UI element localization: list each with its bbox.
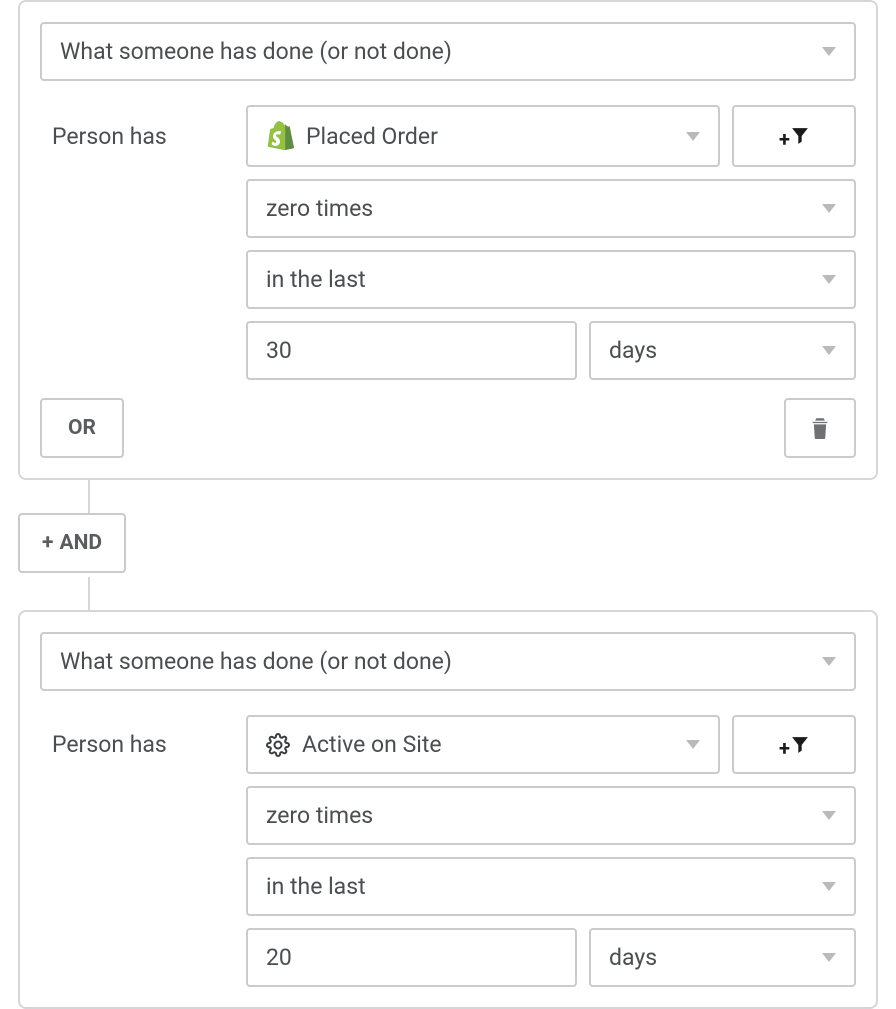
metric-label: Active on Site (302, 731, 442, 758)
condition-type-select[interactable]: What someone has done (or not done) (40, 632, 856, 691)
unit-label: days (609, 944, 657, 971)
plus-icon: + (779, 127, 790, 151)
condition-type-select[interactable]: What someone has done (or not done) (40, 22, 856, 81)
gear-icon (266, 733, 290, 757)
chevron-down-icon (822, 811, 836, 820)
frequency-select[interactable]: zero times (246, 786, 856, 845)
frequency-label: zero times (266, 802, 373, 829)
condition-type-label: What someone has done (or not done) (60, 648, 452, 675)
add-filter-button[interactable]: + (732, 105, 856, 167)
chevron-down-icon (686, 132, 700, 141)
trash-icon (810, 417, 830, 439)
metric-select[interactable]: Active on Site (246, 715, 720, 774)
funnel-icon (791, 736, 809, 754)
chevron-down-icon (822, 204, 836, 213)
unit-select[interactable]: days (589, 321, 856, 380)
subject-label: Person has (40, 105, 234, 167)
condition-type-label: What someone has done (or not done) (60, 38, 452, 65)
plus-icon: + (779, 736, 790, 760)
unit-select[interactable]: days (589, 928, 856, 987)
unit-label: days (609, 337, 657, 364)
metric-label: Placed Order (306, 123, 438, 150)
funnel-icon (791, 127, 809, 145)
shopify-icon (266, 121, 294, 151)
add-filter-button[interactable]: + (732, 715, 856, 774)
chevron-down-icon (822, 953, 836, 962)
amount-input[interactable] (246, 928, 577, 987)
amount-input[interactable] (246, 321, 577, 380)
metric-select[interactable]: Placed Order (246, 105, 720, 167)
frequency-label: zero times (266, 195, 373, 222)
chevron-down-icon (822, 47, 836, 56)
connector: + AND (18, 480, 896, 610)
or-button[interactable]: OR (40, 398, 124, 458)
timeframe-select[interactable]: in the last (246, 857, 856, 916)
chevron-down-icon (822, 882, 836, 891)
chevron-down-icon (822, 657, 836, 666)
chevron-down-icon (822, 275, 836, 284)
timeframe-label: in the last (266, 266, 366, 293)
timeframe-select[interactable]: in the last (246, 250, 856, 309)
frequency-select[interactable]: zero times (246, 179, 856, 238)
and-label: AND (59, 531, 102, 555)
plus-icon: + (42, 531, 53, 555)
chevron-down-icon (686, 740, 700, 749)
subject-label: Person has (40, 715, 234, 774)
condition-block: What someone has done (or not done) Pers… (18, 0, 878, 480)
condition-block: What someone has done (or not done) Pers… (18, 610, 878, 1009)
and-button[interactable]: + AND (18, 513, 126, 573)
chevron-down-icon (822, 346, 836, 355)
timeframe-label: in the last (266, 873, 366, 900)
delete-button[interactable] (784, 398, 856, 458)
